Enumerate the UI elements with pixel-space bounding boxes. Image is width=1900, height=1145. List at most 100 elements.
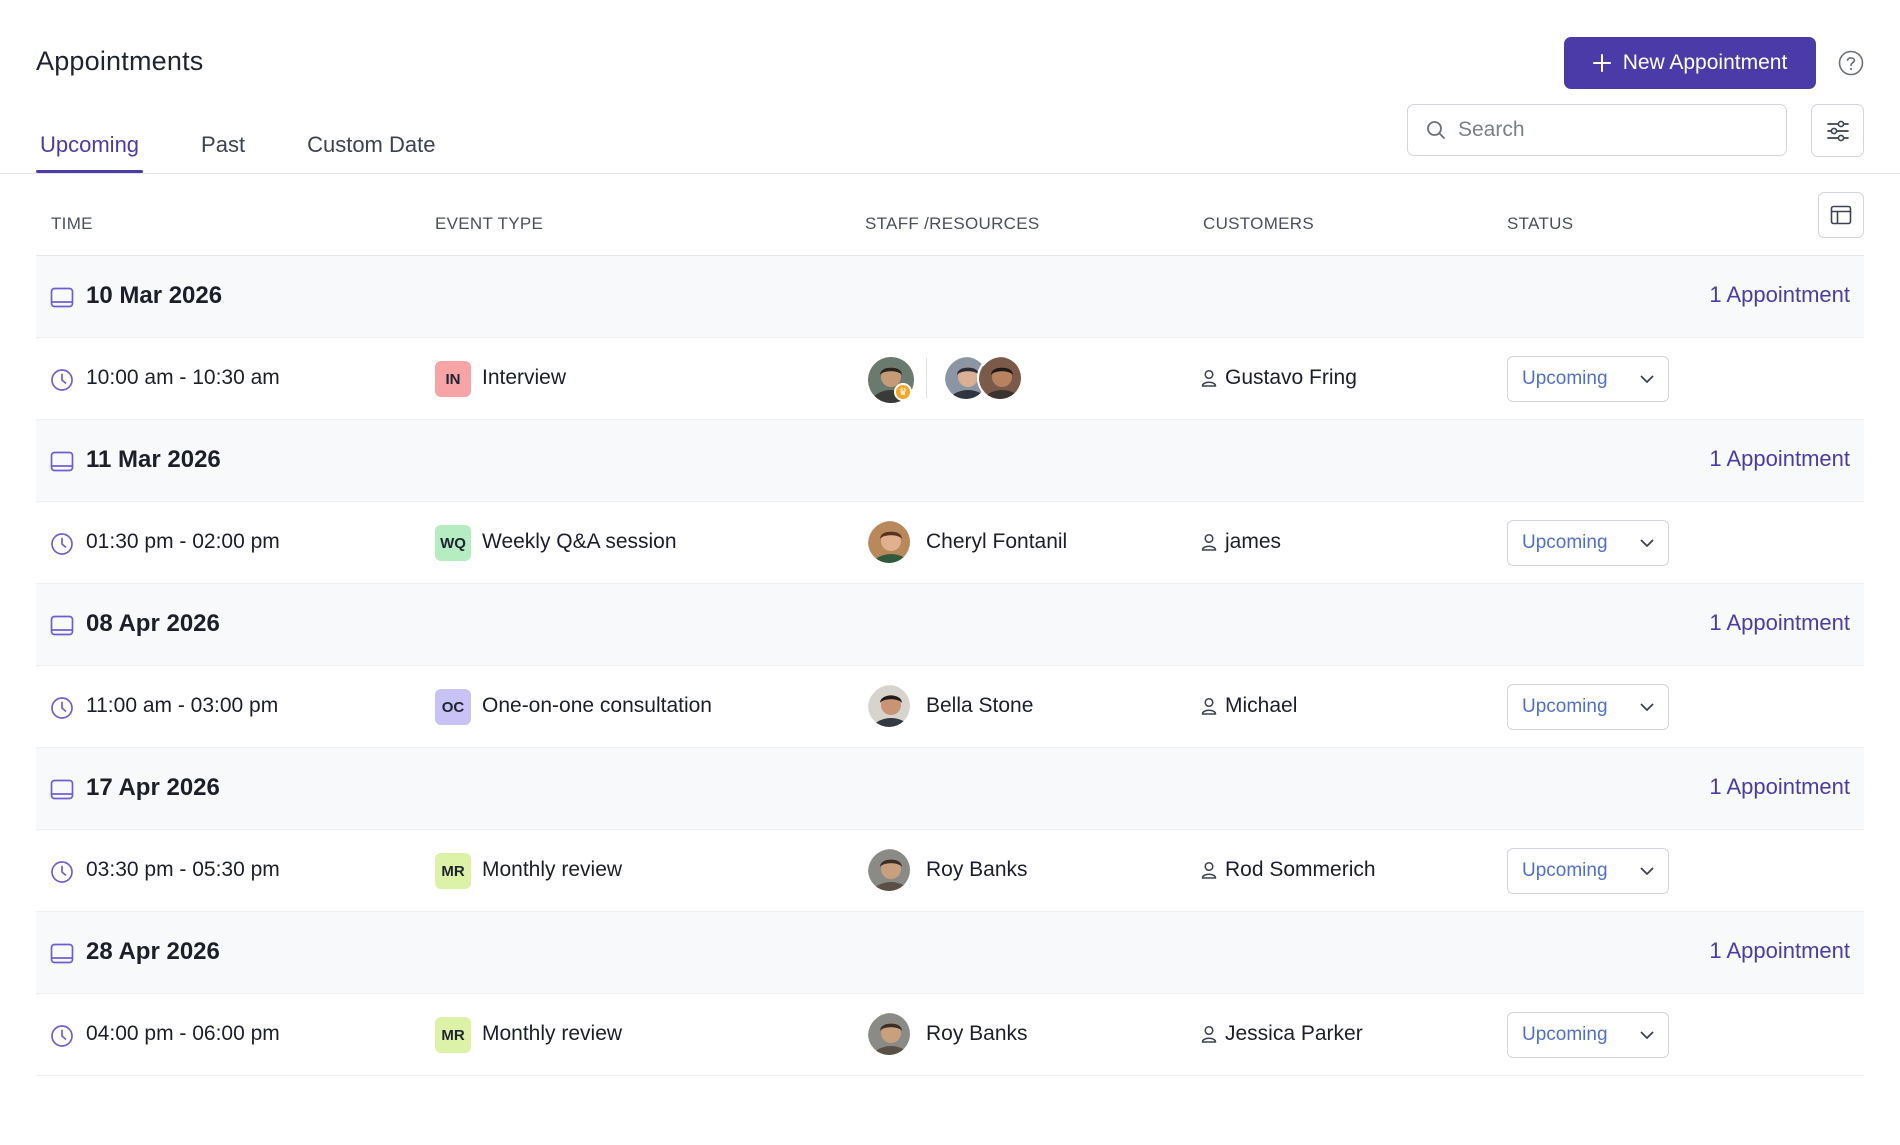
status-value: Upcoming <box>1522 860 1608 881</box>
appointment-time: 11:00 am - 03:00 pm <box>86 694 279 717</box>
calendar-icon <box>50 942 74 969</box>
status-dropdown[interactable]: Upcoming <box>1507 684 1669 730</box>
event-type: Interview <box>482 366 567 389</box>
person-icon <box>1201 533 1217 551</box>
table-row[interactable]: 03:30 pm - 05:30 pm MR Monthly review Roy B… <box>36 830 1864 912</box>
appointment-count-link[interactable]: 1 Appointment <box>1709 282 1850 308</box>
chevron-down-icon <box>1640 1031 1654 1040</box>
staff-cell: Cheryl Fontanil <box>866 519 1067 565</box>
sliders-icon <box>1826 120 1849 141</box>
column-settings-button[interactable] <box>1818 192 1864 238</box>
appointment-list: 10 Mar 2026 1 Appointment 10:00 am - 10:30… <box>36 256 1864 1076</box>
table-row[interactable]: 10:00 am - 10:30 am IN Interview ♛ Gustavo F… <box>36 338 1864 420</box>
calendar-icon <box>50 778 74 805</box>
new-appointment-button[interactable]: New Appointment <box>1564 37 1816 89</box>
table-header: TIME EVENT TYPE STAFF /RESOURCES CUSTOME… <box>36 192 1864 256</box>
customer-name: Michael <box>1225 694 1298 717</box>
group-date: 08 Apr 2026 <box>86 610 220 637</box>
event-type-badge: IN <box>435 361 471 397</box>
clock-icon <box>50 696 74 725</box>
search-icon <box>1427 121 1445 139</box>
customer-cell: Gustavo Fring <box>1201 366 1357 390</box>
event-type-badge: MR <box>435 853 471 889</box>
tab-upcoming[interactable]: Upcoming <box>36 128 144 173</box>
date-group-header: 28 Apr 2026 1 Appointment <box>36 912 1864 994</box>
chevron-down-icon <box>1640 703 1654 712</box>
date-group-header: 08 Apr 2026 1 Appointment <box>36 584 1864 666</box>
appointment-count-link[interactable]: 1 Appointment <box>1709 774 1850 800</box>
tabs-divider <box>0 173 1900 174</box>
status-dropdown[interactable]: Upcoming <box>1507 356 1669 402</box>
chevron-down-icon <box>1640 375 1654 384</box>
staff-cell: Bella Stone <box>866 683 1033 729</box>
tab-past[interactable]: Past <box>197 128 249 172</box>
calendar-icon <box>50 614 74 641</box>
person-icon <box>1201 1025 1217 1043</box>
plus-icon <box>1592 54 1611 72</box>
status-dropdown[interactable]: Upcoming <box>1507 520 1669 566</box>
event-type: Monthly review <box>482 858 623 881</box>
crown-icon: ♛ <box>894 383 912 401</box>
staff-name: Roy Banks <box>926 1022 1028 1045</box>
appointment-time: 01:30 pm - 02:00 pm <box>86 530 280 553</box>
status-value: Upcoming <box>1522 696 1608 717</box>
customer-name: Gustavo Fring <box>1225 366 1357 389</box>
event-type: Monthly review <box>482 1022 623 1045</box>
appointment-time: 04:00 pm - 06:00 pm <box>86 1022 280 1045</box>
appointment-count-link[interactable]: 1 Appointment <box>1709 610 1850 636</box>
search-input[interactable] <box>1458 118 1758 142</box>
appointment-count-link[interactable]: 1 Appointment <box>1709 938 1850 964</box>
avatar <box>866 847 912 893</box>
tab-custom-date[interactable]: Custom Date <box>303 128 439 172</box>
date-group-header: 17 Apr 2026 1 Appointment <box>36 748 1864 830</box>
table-row[interactable]: 04:00 pm - 06:00 pm MR Monthly review Roy B… <box>36 994 1864 1076</box>
table-row[interactable]: 11:00 am - 03:00 pm OC One-on-one consulta… <box>36 666 1864 748</box>
group-date: 28 Apr 2026 <box>86 938 220 965</box>
status-value: Upcoming <box>1522 1024 1608 1045</box>
help-icon[interactable] <box>1838 50 1864 76</box>
calendar-icon <box>50 286 74 313</box>
table-row[interactable]: 01:30 pm - 02:00 pm WQ Weekly Q&A session C… <box>36 502 1864 584</box>
group-date: 17 Apr 2026 <box>86 774 220 801</box>
appointment-time: 03:30 pm - 05:30 pm <box>86 858 280 881</box>
appointment-time: 10:00 am - 10:30 am <box>86 366 280 389</box>
new-appointment-label: New Appointment <box>1622 51 1788 74</box>
avatar <box>866 1011 912 1057</box>
person-icon <box>1201 861 1217 879</box>
tab-bar: Upcoming Past Custom Date <box>36 128 493 173</box>
event-type: One-on-one consultation <box>482 694 712 717</box>
event-type-badge: OC <box>435 689 471 725</box>
date-group-header: 11 Mar 2026 1 Appointment <box>36 420 1864 502</box>
status-dropdown[interactable]: Upcoming <box>1507 848 1669 894</box>
event-type-badge: WQ <box>435 525 471 561</box>
staff-name: Roy Banks <box>926 858 1028 881</box>
event-type: Weekly Q&A session <box>482 530 677 553</box>
staff-name: Bella Stone <box>926 694 1034 717</box>
person-icon <box>1201 697 1217 715</box>
avatar <box>977 355 1023 401</box>
customer-name: Jessica Parker <box>1225 1022 1363 1045</box>
customer-cell: james <box>1201 530 1281 554</box>
customer-name: Rod Sommerich <box>1225 858 1376 881</box>
customer-cell: Michael <box>1201 694 1297 718</box>
appointment-count-link[interactable]: 1 Appointment <box>1709 446 1850 472</box>
avatar: ♛ <box>866 355 914 403</box>
appointments-page: Appointments New Appointment Upcoming Pa… <box>0 0 1900 1145</box>
clock-icon <box>50 532 74 561</box>
status-dropdown[interactable]: Upcoming <box>1507 1012 1669 1058</box>
search-box[interactable] <box>1407 104 1787 156</box>
filter-button[interactable] <box>1811 104 1864 157</box>
staff-cell: Roy Banks <box>866 1011 1028 1057</box>
person-icon <box>1201 369 1217 387</box>
group-date: 11 Mar 2026 <box>86 446 221 473</box>
staff-divider <box>926 358 927 398</box>
clock-icon <box>50 368 74 397</box>
clock-icon <box>50 860 74 889</box>
table-layout-icon <box>1830 205 1852 225</box>
status-value: Upcoming <box>1522 532 1608 553</box>
staff-name: Cheryl Fontanil <box>926 530 1068 553</box>
column-header-customers: CUSTOMERS <box>1203 214 1315 233</box>
group-date: 10 Mar 2026 <box>86 282 223 309</box>
customer-name: james <box>1225 530 1282 553</box>
page-title: Appointments <box>36 46 204 76</box>
